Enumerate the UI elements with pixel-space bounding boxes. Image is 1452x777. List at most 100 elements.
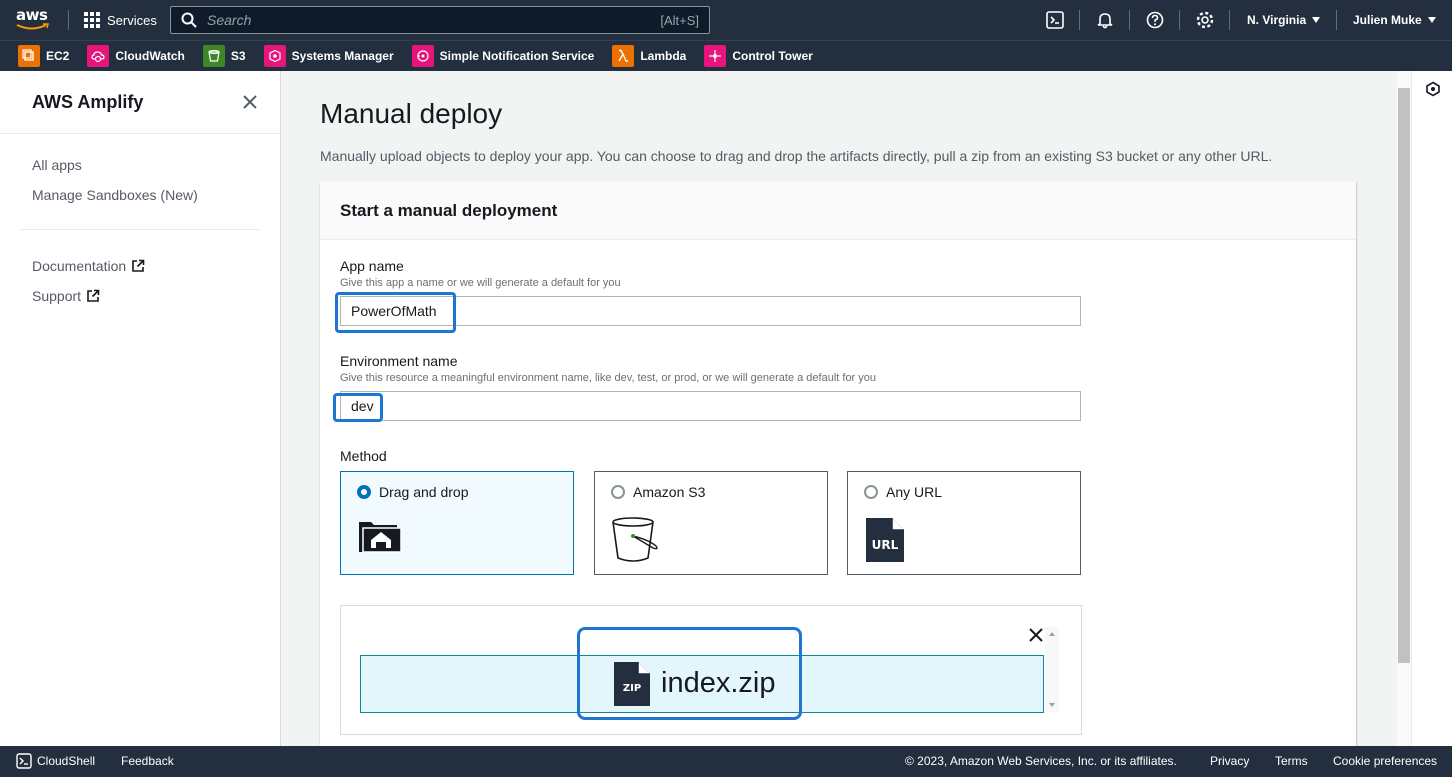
terms-link[interactable]: Terms bbox=[1275, 754, 1308, 768]
environment-name-label: Environment name bbox=[340, 353, 458, 369]
side-nav-title[interactable]: AWS Amplify bbox=[32, 92, 143, 113]
nav-divider bbox=[1079, 10, 1080, 30]
nav-divider bbox=[1336, 10, 1337, 30]
aws-logo-text: aws bbox=[16, 6, 48, 24]
folder-upload-icon bbox=[359, 522, 402, 553]
side-navigation: AWS Amplify All apps Manage Sandboxes (N… bbox=[0, 71, 281, 746]
divider bbox=[20, 229, 260, 230]
search-bar[interactable]: [Alt+S] bbox=[170, 6, 710, 34]
bucket-icon bbox=[612, 517, 658, 562]
sidebar-item-all-apps[interactable]: All apps bbox=[32, 157, 82, 173]
account-menu[interactable]: Julien Muke bbox=[1353, 0, 1436, 40]
highlight-annotation bbox=[577, 627, 802, 720]
favorites-bar: EC2 CloudWatch S3 Systems Manager Simple… bbox=[0, 40, 1452, 71]
favorite-label: EC2 bbox=[46, 49, 70, 63]
favorite-label: CloudWatch bbox=[115, 49, 185, 63]
external-link-icon bbox=[87, 289, 100, 302]
sidebar-item-label: Support bbox=[32, 288, 82, 304]
file-list-scrollbar[interactable] bbox=[1045, 627, 1059, 712]
favorite-cloudwatch[interactable]: CloudWatch bbox=[87, 45, 185, 67]
nav-divider bbox=[1229, 10, 1230, 30]
radio-button-selected[interactable] bbox=[357, 485, 371, 499]
tools-panel-icon[interactable] bbox=[1425, 81, 1441, 97]
favorite-ec2[interactable]: EC2 bbox=[18, 45, 69, 67]
sidebar-item-label: Manage Sandboxes (New) bbox=[32, 187, 198, 203]
footer-bar: CloudShell Feedback © 2023, Amazon Web S… bbox=[0, 746, 1452, 777]
favorite-label: Systems Manager bbox=[291, 49, 394, 63]
favorite-label: Control Tower bbox=[732, 49, 813, 63]
cloudshell-label: CloudShell bbox=[37, 754, 96, 768]
favorite-sns[interactable]: Simple Notification Service bbox=[411, 45, 595, 67]
panel-title: Start a manual deployment bbox=[340, 201, 558, 220]
ec2-icon bbox=[18, 45, 40, 67]
method-option-drag-and-drop[interactable]: Drag and drop bbox=[340, 471, 574, 575]
sidebar-item-documentation[interactable]: Documentation bbox=[32, 258, 145, 274]
favorite-control-tower[interactable]: Control Tower bbox=[704, 45, 813, 67]
chevron-down-icon bbox=[1312, 17, 1321, 23]
highlight-annotation bbox=[335, 292, 456, 333]
user-name: Julien Muke bbox=[1353, 13, 1422, 27]
app-name-hint: Give this app a name or we will generate… bbox=[340, 277, 621, 289]
method-option-label: Drag and drop bbox=[379, 484, 469, 500]
app-name-label: App name bbox=[340, 258, 404, 274]
nav-divider bbox=[68, 10, 69, 30]
help-icon[interactable] bbox=[1145, 10, 1165, 30]
s3-icon bbox=[202, 45, 225, 67]
method-label: Method bbox=[340, 448, 387, 464]
close-icon[interactable] bbox=[241, 93, 259, 111]
highlight-annotation bbox=[333, 393, 383, 422]
region-selector[interactable]: N. Virginia bbox=[1247, 0, 1321, 40]
page-title: Manual deploy bbox=[320, 98, 503, 129]
environment-name-input[interactable] bbox=[340, 391, 1081, 421]
cookie-preferences-link[interactable]: Cookie preferences bbox=[1333, 754, 1437, 768]
favorite-label: Lambda bbox=[640, 49, 687, 63]
cloudshell-button[interactable]: CloudShell bbox=[16, 753, 95, 769]
copyright-text: © 2023, Amazon Web Services, Inc. or its… bbox=[905, 754, 1177, 768]
url-file-icon: URL bbox=[866, 518, 904, 562]
lambda-icon bbox=[612, 45, 635, 67]
cloudwatch-icon bbox=[87, 45, 110, 67]
radio-button[interactable] bbox=[611, 485, 625, 499]
settings-icon[interactable] bbox=[1195, 10, 1215, 30]
aws-smile-icon bbox=[16, 23, 49, 30]
region-label: N. Virginia bbox=[1247, 13, 1307, 27]
search-icon bbox=[181, 12, 197, 28]
aws-logo[interactable]: aws bbox=[16, 6, 52, 34]
cloudshell-icon[interactable] bbox=[1045, 10, 1065, 30]
sidebar-item-support[interactable]: Support bbox=[32, 288, 100, 304]
favorite-label: S3 bbox=[230, 49, 246, 63]
page-scrollbar-thumb[interactable] bbox=[1398, 88, 1410, 663]
right-rail bbox=[1411, 71, 1452, 746]
scroll-arrows-icon bbox=[1049, 632, 1055, 707]
sidebar-item-label: Documentation bbox=[32, 258, 127, 274]
services-label: Services bbox=[107, 12, 157, 28]
close-icon[interactable] bbox=[1029, 628, 1043, 642]
top-navigation: aws Services [Alt+S] N. Virginia bbox=[0, 0, 1452, 40]
panel-header: Start a manual deployment bbox=[320, 182, 1356, 240]
sidebar-item-manage-sandboxes[interactable]: Manage Sandboxes (New) bbox=[32, 187, 198, 203]
privacy-link[interactable]: Privacy bbox=[1210, 754, 1249, 768]
divider bbox=[0, 133, 280, 134]
search-input[interactable] bbox=[197, 12, 661, 28]
feedback-link[interactable]: Feedback bbox=[121, 754, 174, 768]
chevron-down-icon bbox=[1427, 17, 1436, 23]
search-shortcut-hint: [Alt+S] bbox=[660, 12, 699, 28]
external-link-icon bbox=[132, 259, 145, 272]
method-option-any-url[interactable]: Any URL URL bbox=[847, 471, 1081, 575]
services-menu-button[interactable]: Services bbox=[84, 0, 157, 40]
services-grid-icon bbox=[84, 12, 100, 28]
nav-divider bbox=[1179, 10, 1180, 30]
method-option-amazon-s3[interactable]: Amazon S3 bbox=[594, 471, 828, 575]
favorite-systems-manager[interactable]: Systems Manager bbox=[263, 45, 394, 67]
control-tower-icon bbox=[704, 45, 727, 67]
favorite-s3[interactable]: S3 bbox=[202, 45, 246, 67]
url-icon-text: URL bbox=[872, 538, 899, 552]
bell-icon[interactable] bbox=[1095, 10, 1115, 30]
systems-manager-icon bbox=[263, 45, 286, 67]
cloudshell-icon bbox=[16, 753, 32, 769]
nav-divider bbox=[1129, 10, 1130, 30]
sns-icon bbox=[411, 45, 434, 67]
favorite-label: Simple Notification Service bbox=[439, 49, 595, 63]
radio-button[interactable] bbox=[864, 485, 878, 499]
favorite-lambda[interactable]: Lambda bbox=[612, 45, 686, 67]
